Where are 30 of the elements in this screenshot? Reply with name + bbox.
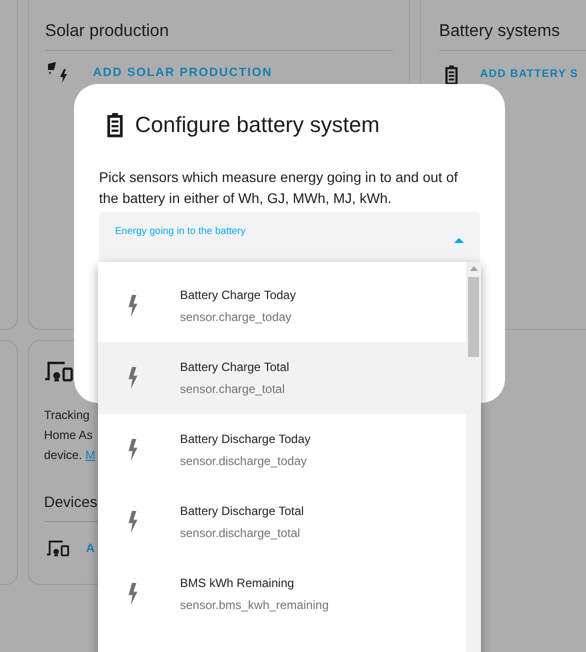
option-name: BMS kWh Remaining bbox=[180, 575, 296, 592]
scrollbar-thumb[interactable] bbox=[468, 277, 479, 357]
option-name: Battery Discharge Today bbox=[180, 431, 311, 448]
option-item[interactable]: Battery Charge Total sensor.charge_total bbox=[98, 342, 466, 414]
option-entity: sensor.charge_today bbox=[180, 309, 292, 326]
card-title: Solar production bbox=[45, 18, 393, 50]
option-entity: sensor.bms_kwh_remaining bbox=[180, 597, 329, 614]
description-text: Tracking Home As device. M bbox=[44, 407, 96, 464]
bolt-icon bbox=[126, 439, 140, 461]
bolt-icon bbox=[126, 511, 140, 533]
bolt-icon bbox=[126, 295, 140, 317]
battery-icon bbox=[445, 64, 458, 84]
option-entity: sensor.charge_total bbox=[180, 381, 286, 398]
dialog-title: Configure battery system bbox=[135, 111, 380, 139]
section-title: Devices bbox=[44, 494, 98, 511]
option-name: Battery Charge Today bbox=[180, 287, 296, 304]
option-entity: sensor.discharge_today bbox=[180, 453, 308, 470]
option-entity: sensor.discharge_total bbox=[180, 525, 302, 542]
dialog-description: Pick sensors which measure energy going in to and out of the battery in either of Wh, GJ, MWh, MJ, kWh. bbox=[99, 168, 459, 208]
bolt-icon bbox=[126, 583, 140, 605]
option-name: Battery Discharge Total bbox=[180, 503, 304, 520]
option-name: Battery Charge Total bbox=[180, 359, 290, 376]
field-label: Energy going in to the battery bbox=[115, 225, 246, 239]
devices-icon bbox=[46, 538, 70, 558]
card-title: Battery systems bbox=[439, 18, 586, 50]
devices-icon bbox=[44, 359, 74, 383]
bolt-icon bbox=[126, 367, 140, 389]
battery-icon bbox=[107, 112, 123, 138]
caret-up-icon bbox=[454, 238, 464, 243]
scrollbar[interactable] bbox=[466, 262, 481, 652]
